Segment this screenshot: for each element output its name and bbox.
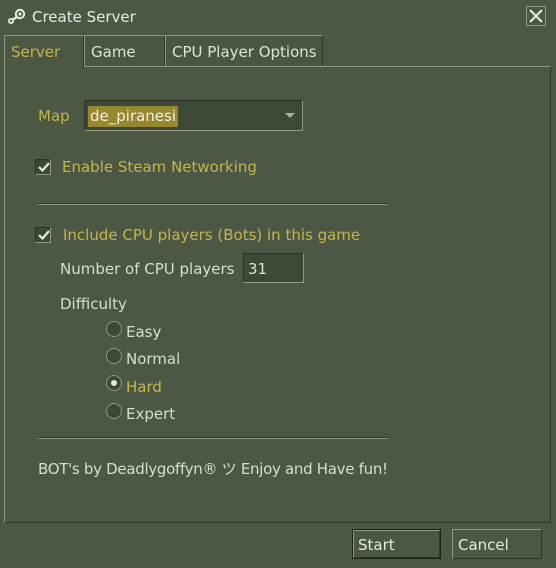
map-selected-value: de_piranesi [88, 106, 179, 127]
window-title: Create Server [32, 8, 136, 26]
include-bots-label: Include CPU players (Bots) in this game [63, 226, 361, 244]
title-bar: Create Server [0, 0, 556, 34]
tab-game[interactable]: Game [84, 35, 165, 67]
separator [38, 437, 388, 439]
steam-icon [6, 8, 26, 26]
steam-networking-checkbox[interactable] [35, 159, 51, 175]
radio-easy[interactable] [106, 321, 122, 337]
separator [38, 203, 388, 205]
bot-count-input[interactable]: 31 [243, 253, 304, 283]
map-dropdown[interactable]: de_piranesi [84, 100, 303, 131]
include-bots-checkbox[interactable] [35, 227, 51, 243]
tab-server[interactable]: Server [4, 35, 84, 68]
radio-hard-label: Hard [126, 378, 162, 396]
start-button[interactable]: Start [352, 529, 441, 559]
bot-credit-text: BOT's by Deadlygoffyn® ツ Enjoy and Have … [38, 460, 388, 478]
tab-game-label: Game [91, 43, 136, 61]
radio-normal-label: Normal [126, 350, 181, 368]
bot-count-label: Number of CPU players [60, 260, 235, 278]
map-label: Map [38, 107, 70, 125]
tab-bar: Server Game CPU Player Options [4, 35, 324, 68]
cancel-button[interactable]: Cancel [452, 529, 542, 559]
steam-networking-label: Enable Steam Networking [62, 158, 257, 176]
radio-hard[interactable] [106, 375, 122, 391]
radio-normal[interactable] [106, 348, 122, 364]
radio-expert-label: Expert [126, 405, 176, 423]
tab-cpu-player-options-label: CPU Player Options [172, 43, 317, 61]
radio-easy-label: Easy [126, 323, 162, 341]
close-button[interactable] [526, 6, 546, 26]
checkmark-icon [38, 162, 50, 173]
difficulty-label: Difficulty [60, 295, 127, 313]
tab-server-label: Server [11, 43, 61, 61]
close-icon [529, 9, 543, 23]
chevron-down-icon [285, 113, 295, 118]
tab-cpu-player-options[interactable]: CPU Player Options [165, 35, 323, 67]
checkmark-icon [38, 230, 50, 241]
radio-selected-dot [111, 380, 117, 386]
radio-expert[interactable] [106, 403, 122, 419]
